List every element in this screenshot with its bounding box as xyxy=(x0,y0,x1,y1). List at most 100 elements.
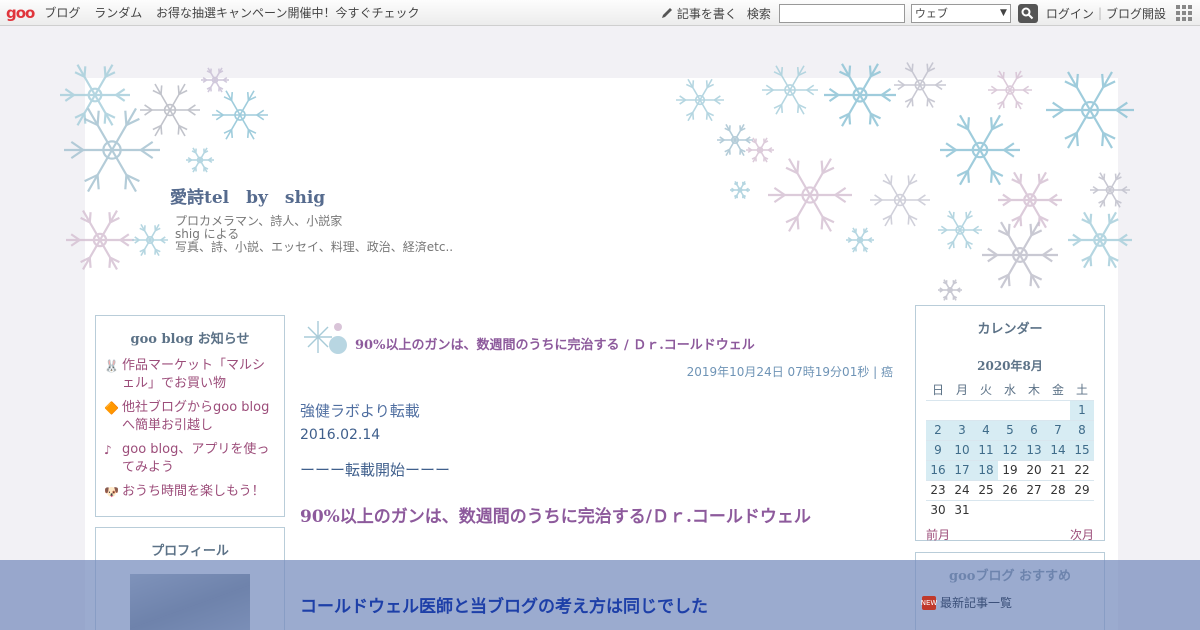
notice-link[interactable]: 他社ブログからgoo blogへ簡単お引越し xyxy=(122,399,276,435)
search-input[interactable] xyxy=(778,3,905,23)
profile-title: プロフィール xyxy=(151,544,229,559)
calendar-day xyxy=(926,399,950,420)
new-badge-icon: NEW xyxy=(921,595,937,610)
calendar-month: 2020年8月 xyxy=(977,359,1043,373)
calendar-weekday: 水 xyxy=(1003,383,1016,398)
notice-link[interactable]: おうち時間を楽しもう！ xyxy=(122,483,265,501)
chevron-down-icon: ▼ xyxy=(1000,7,1007,18)
list-item[interactable]: 🐰 作品マーケット「マルシェル」でお買い物 xyxy=(96,357,284,399)
post-body: 強健ラボより転載 2016.02.14 ーーー転載開始ーーー 90%以上のガンは… xyxy=(300,400,900,527)
calendar-day: 28 xyxy=(1046,479,1070,500)
calendar-day xyxy=(974,399,998,420)
calendar-day: 19 xyxy=(998,459,1022,480)
overlay-heading: コールドウェル医師と当ブログの考え方は同じでした xyxy=(300,597,708,617)
calendar-day: 31 xyxy=(950,499,974,520)
nav-campaign[interactable]: お得な抽選キャンペーン開催中！今すぐチェック xyxy=(156,6,419,20)
calendar-day[interactable]: 1 xyxy=(1070,399,1094,420)
calendar-day[interactable]: 6 xyxy=(1022,419,1046,440)
goo-logo[interactable]: goo xyxy=(6,4,35,22)
calendar-day[interactable]: 18 xyxy=(974,459,998,480)
calendar-day[interactable]: 4 xyxy=(974,419,998,440)
diamond-icon: 🔶 xyxy=(104,401,119,415)
blog-title[interactable]: 愛詩tel by shig xyxy=(170,183,325,208)
search-type-select[interactable]: ウェブ ▼ xyxy=(910,3,1011,23)
apps-grid-icon[interactable] xyxy=(1176,5,1192,21)
calendar-day xyxy=(998,499,1022,520)
calendar-day[interactable]: 3 xyxy=(950,419,974,440)
notice-list: 🐰 作品マーケット「マルシェル」でお買い物 🔶 他社ブログからgoo blogへ… xyxy=(96,357,284,507)
notice-link[interactable]: 作品マーケット「マルシェル」でお買い物 xyxy=(122,357,276,393)
nav-blog[interactable]: ブログ xyxy=(44,6,80,20)
dog-icon: 🐶 xyxy=(104,485,119,499)
pencil-icon xyxy=(661,8,672,18)
rabbit-icon: 🐰 xyxy=(104,359,119,373)
notice-box: goo blog お知らせ 🐰 作品マーケット「マルシェル」でお買い物 🔶 他社… xyxy=(95,315,285,517)
calendar-day[interactable]: 2 xyxy=(926,419,950,440)
calendar-table: 日月火水木金土 1 2 3 4 5 6 7 8 9 10 11 12 13 14 15 16 17 18 19 20 2… xyxy=(926,380,1094,520)
calendar-day[interactable]: 9 xyxy=(926,439,950,460)
write-article-label: 記事を書く xyxy=(676,6,737,21)
calendar-day[interactable]: 14 xyxy=(1046,439,1070,460)
calendar-day xyxy=(950,399,974,420)
calendar-weekday: 月 xyxy=(955,383,968,398)
calendar-day[interactable]: 13 xyxy=(1022,439,1046,460)
calendar-weekday: 木 xyxy=(1027,383,1040,398)
calendar-day: 30 xyxy=(926,499,950,520)
calendar-day[interactable]: 11 xyxy=(974,439,998,460)
calendar-day[interactable]: 15 xyxy=(1070,439,1094,460)
calendar-day: 21 xyxy=(1046,459,1070,480)
list-item[interactable]: 🐶 おうち時間を楽しもう！ xyxy=(96,483,284,507)
calendar-day[interactable]: 17 xyxy=(950,459,974,480)
calendar-title: カレンダー xyxy=(977,322,1043,337)
calendar-day[interactable]: 7 xyxy=(1046,419,1070,440)
calendar-day[interactable]: 5 xyxy=(998,419,1022,440)
calendar-box: カレンダー 2020年8月 日月火水木金土 1 2 3 4 5 6 7 8 9 10 11 12 13 1… xyxy=(915,305,1105,543)
top-nav: ブログ ランダム お得な抽選キャンペーン開催中！今すぐチェック xyxy=(44,4,429,21)
calendar-day xyxy=(974,499,998,520)
calendar-day xyxy=(1070,499,1094,520)
post-repost-start: ーーー転載開始ーーー xyxy=(300,461,451,479)
calendar-day: 20 xyxy=(1022,459,1046,480)
calendar-day: 29 xyxy=(1070,479,1094,500)
post-meta[interactable]: 2019年10月24日 07時19分01秒 | 癌 xyxy=(600,363,893,380)
calendar-day[interactable]: 12 xyxy=(998,439,1022,460)
top-bar: goo ブログ ランダム お得な抽選キャンペーン開催中！今すぐチェック 記事を書… xyxy=(0,0,1200,26)
calendar-day: 26 xyxy=(998,479,1022,500)
login-link[interactable]: ログイン xyxy=(1046,5,1094,22)
calendar-day xyxy=(1046,399,1070,420)
calendar-weekday: 土 xyxy=(1075,383,1088,398)
write-article-link[interactable]: 記事を書く xyxy=(660,5,737,22)
nav-random[interactable]: ランダム xyxy=(94,6,142,20)
recommend-item-label[interactable]: 最新記事一覧 xyxy=(940,594,1012,611)
list-item[interactable]: ♪ goo blog、アプリを使ってみよう xyxy=(96,441,284,483)
post-source-line: 強健ラボより転載 xyxy=(300,402,420,420)
calendar-day[interactable]: 16 xyxy=(926,459,950,480)
search-label: 検索 xyxy=(746,6,771,21)
post-title-link[interactable]: 90%以上のガンは、数週間のうちに完治する / Ｄｒ.コールドウェル xyxy=(355,334,755,353)
calendar-day xyxy=(998,399,1022,420)
search-button[interactable] xyxy=(1017,3,1038,23)
recommend-item[interactable]: NEW 最新記事一覧 xyxy=(921,594,1012,611)
calendar-prev-link[interactable]: 前月 xyxy=(926,526,950,543)
calendar-day[interactable]: 10 xyxy=(950,439,974,460)
notice-link[interactable]: goo blog、アプリを使ってみよう xyxy=(122,441,276,477)
open-blog-link[interactable]: ブログ開設 xyxy=(1106,5,1166,22)
divider: | xyxy=(1097,6,1102,20)
top-right: 記事を書く 検索 ウェブ ▼ ログイン | ブログ開設 xyxy=(660,0,1200,26)
post-heading: 90%以上のガンは、数週間のうちに完治する/Ｄｒ.コールドウェル xyxy=(300,507,811,527)
list-item[interactable]: 🔶 他社ブログからgoo blogへ簡単お引越し xyxy=(96,399,284,441)
calendar-day: 22 xyxy=(1070,459,1094,480)
calendar-day xyxy=(1046,499,1070,520)
calendar-weekday: 火 xyxy=(979,383,992,398)
search-type-value: ウェブ xyxy=(914,7,948,20)
calendar-day xyxy=(1022,499,1046,520)
calendar-day[interactable]: 8 xyxy=(1070,419,1094,440)
notice-title: goo blog お知らせ xyxy=(130,332,250,347)
blog-description: プロカメラマン、詩人、小説家 shig による 写真、詩、小説、エッセイ、料理、… xyxy=(175,215,453,254)
calendar-nav: 前月 次月 xyxy=(916,520,1104,543)
blog-desc-line3: 写真、詩、小説、エッセイ、料理、政治、経済etc.. xyxy=(175,240,454,254)
calendar-next-link[interactable]: 次月 xyxy=(1070,526,1094,543)
snowflake-icon xyxy=(304,321,347,354)
calendar-day xyxy=(1022,399,1046,420)
search-icon xyxy=(1021,7,1034,19)
